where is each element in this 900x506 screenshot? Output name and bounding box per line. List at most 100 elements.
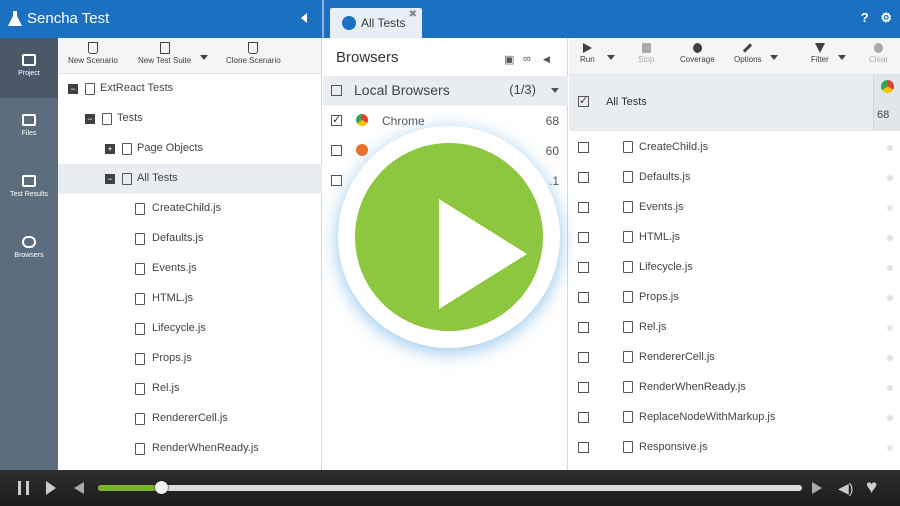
tree-item[interactable]: RenderWhenReady.js <box>58 434 322 464</box>
new-scenario-button[interactable]: New Scenario <box>68 42 118 65</box>
test-checkbox[interactable] <box>578 232 589 243</box>
tree-item[interactable]: HTML.js <box>58 284 322 314</box>
tree-item[interactable]: + Page Objects <box>58 134 322 164</box>
test-file-row[interactable]: HTML.js <box>569 223 900 253</box>
fast-forward-icon[interactable] <box>812 482 822 494</box>
gear-icon[interactable]: ⚙ <box>880 10 892 25</box>
chevron-down-icon[interactable] <box>838 55 846 60</box>
test-file-row[interactable]: Events.js <box>569 193 900 223</box>
play-icon[interactable] <box>46 481 56 495</box>
new-test-suite-button[interactable]: New Test Suite <box>138 42 191 65</box>
chevron-down-icon[interactable] <box>551 88 559 93</box>
rail-item-test-results[interactable]: Test Results <box>0 159 58 219</box>
clone-scenario-button[interactable]: Clone Scenario <box>226 42 281 65</box>
test-file-row[interactable]: ReplaceNodeWithMarkup.js <box>569 403 900 433</box>
tree-item[interactable]: Defaults.js <box>58 224 322 254</box>
rail-item-project[interactable]: Project <box>0 38 58 98</box>
select-all-checkbox[interactable] <box>578 94 589 107</box>
browser-checkbox[interactable] <box>331 145 342 156</box>
local-browsers-group[interactable]: Local Browsers (1/3) <box>323 76 568 106</box>
browser-column-header[interactable]: 68 <box>873 75 900 131</box>
browsers-title: Browsers <box>336 49 399 66</box>
collapse-browsers-icon[interactable]: ◀ <box>543 54 550 65</box>
collapse-icon[interactable]: − <box>105 174 115 184</box>
pause-icon[interactable] <box>18 481 29 495</box>
expand-icon[interactable]: + <box>105 144 115 154</box>
file-code-icon <box>623 201 633 213</box>
browser-checkbox[interactable] <box>331 175 342 186</box>
link-icon[interactable]: ∞ <box>523 53 531 65</box>
status-dot <box>887 235 893 241</box>
stop-button[interactable]: Stop <box>638 43 654 64</box>
test-file-name: Responsive.js <box>639 441 708 453</box>
test-checkbox[interactable] <box>578 262 589 273</box>
progress-track[interactable] <box>98 481 802 494</box>
play-icon <box>439 199 527 309</box>
tree-item[interactable]: CreateChild.js <box>58 194 322 224</box>
test-checkbox[interactable] <box>578 412 589 423</box>
status-dot <box>887 205 893 211</box>
test-file-row[interactable]: Defaults.js <box>569 163 900 193</box>
test-checkbox[interactable] <box>578 322 589 333</box>
test-file-row[interactable]: RendererCell.js <box>569 343 900 373</box>
group-checkbox[interactable] <box>331 85 342 96</box>
chevron-down-icon[interactable] <box>607 55 615 60</box>
tree-item[interactable]: − Tests <box>58 104 322 134</box>
volume-icon[interactable]: ◀) <box>838 480 853 497</box>
coverage-button[interactable]: Coverage <box>680 43 715 64</box>
test-checkbox[interactable] <box>578 172 589 183</box>
car-icon[interactable]: ▣ <box>504 53 514 66</box>
run-button[interactable]: Run <box>580 43 595 64</box>
all-tests-header-row[interactable]: All Tests <box>569 75 873 131</box>
collapse-left-panel-icon[interactable] <box>301 13 307 23</box>
rewind-icon[interactable] <box>74 482 84 494</box>
browser-checkbox[interactable] <box>331 113 342 126</box>
file-code-icon <box>623 171 633 183</box>
progress-knob[interactable] <box>155 481 169 494</box>
filter-icon <box>814 43 825 53</box>
test-checkbox[interactable] <box>578 382 589 393</box>
options-button[interactable]: Options <box>734 43 762 64</box>
flask-logo-icon <box>8 11 22 26</box>
briefcase-icon <box>22 54 36 66</box>
test-file-row[interactable]: Props.js <box>569 283 900 313</box>
test-checkbox[interactable] <box>578 202 589 213</box>
rail-item-files[interactable]: Files <box>0 98 58 158</box>
tree-item[interactable]: Lifecycle.js <box>58 314 322 344</box>
chrome-icon <box>881 80 894 93</box>
collapse-icon[interactable]: − <box>68 84 78 94</box>
file-code-icon <box>135 233 145 245</box>
test-file-row[interactable]: RenderWhenReady.js <box>569 373 900 403</box>
collapse-icon[interactable]: − <box>85 114 95 124</box>
close-tab-icon[interactable]: ✖ <box>409 9 417 20</box>
test-file-row[interactable]: Responsive.js <box>569 433 900 463</box>
clear-label: Clear <box>869 55 889 64</box>
clear-button[interactable]: Clear <box>869 43 888 64</box>
tree-item[interactable]: − All Tests <box>58 164 322 194</box>
tree-item[interactable]: Events.js <box>58 254 322 284</box>
tree-item[interactable]: − ExtReact Tests <box>58 74 322 104</box>
filter-button[interactable]: Filter <box>811 43 829 64</box>
test-checkbox[interactable] <box>578 142 589 153</box>
video-play-button[interactable] <box>338 126 560 348</box>
chevron-down-icon[interactable] <box>770 55 778 60</box>
tab-all-tests[interactable]: All Tests ✖ <box>330 8 422 38</box>
test-file-row[interactable]: CreateChild.js <box>569 133 900 163</box>
test-file-row[interactable]: Rel.js <box>569 313 900 343</box>
tree-item[interactable]: RendererCell.js <box>58 404 322 434</box>
test-file-row[interactable]: Lifecycle.js <box>569 253 900 283</box>
chevron-down-icon[interactable] <box>200 55 208 60</box>
rail-item-browsers[interactable]: Browsers <box>0 220 58 280</box>
tab-label: All Tests <box>361 16 406 30</box>
test-checkbox[interactable] <box>578 442 589 453</box>
help-icon[interactable]: ? <box>861 10 869 25</box>
tree-item[interactable]: Props.js <box>58 344 322 374</box>
test-file-name: HTML.js <box>639 231 680 243</box>
heart-icon[interactable]: ♥ <box>866 477 877 499</box>
rail-label: Test Results <box>9 191 49 198</box>
test-checkbox[interactable] <box>578 292 589 303</box>
status-dot <box>887 445 893 451</box>
tree-item[interactable]: Rel.js <box>58 374 322 404</box>
status-dot <box>887 325 893 331</box>
test-checkbox[interactable] <box>578 352 589 363</box>
